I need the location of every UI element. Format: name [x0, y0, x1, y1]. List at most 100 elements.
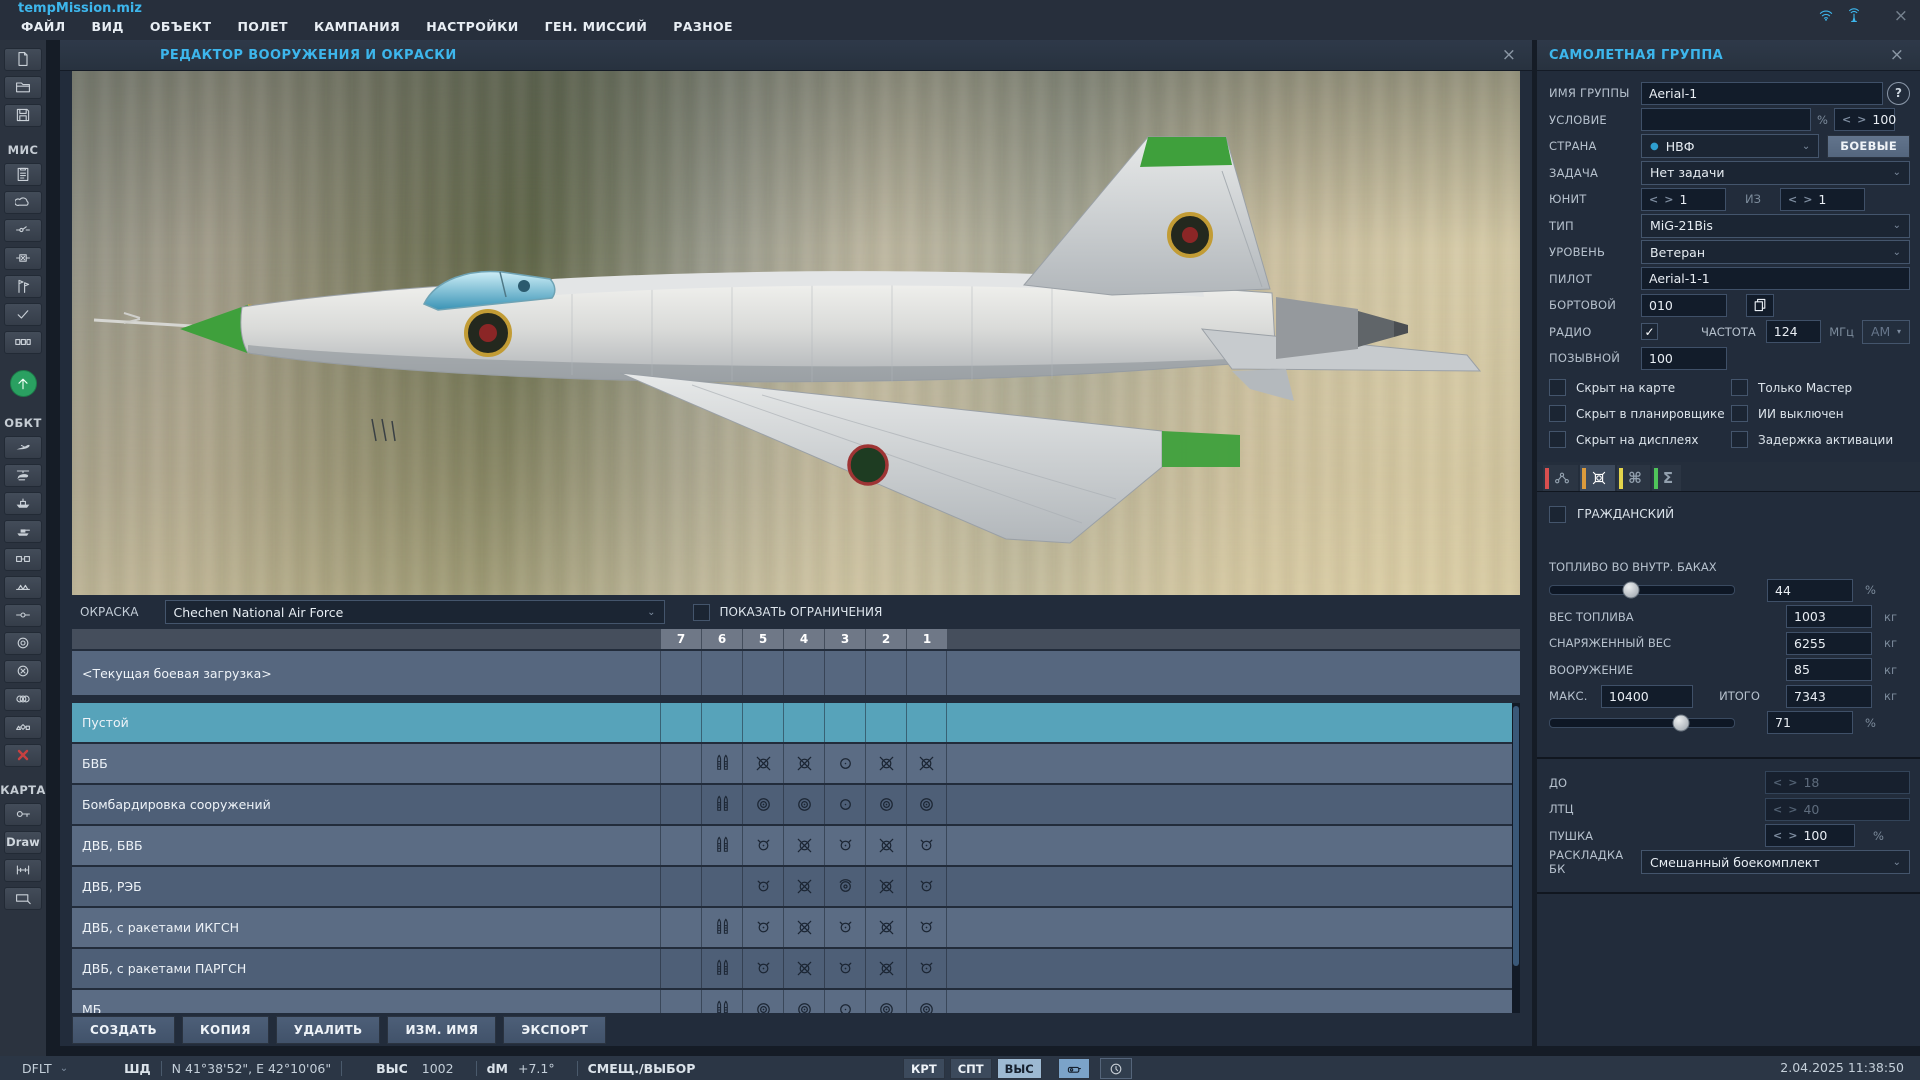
trigger-rules-button[interactable]: [4, 247, 42, 270]
loadout-row[interactable]: МБ: [72, 990, 1520, 1013]
condition-input[interactable]: [1641, 108, 1811, 131]
map-layer-toggle[interactable]: СПТ: [950, 1058, 992, 1079]
pylon-cell[interactable]: [783, 744, 824, 783]
pylon-cell[interactable]: [906, 826, 947, 865]
pylon-cell[interactable]: [742, 990, 783, 1013]
fuel-slider[interactable]: [1549, 585, 1735, 595]
map-select-button[interactable]: [4, 887, 42, 910]
pylon-cell[interactable]: [824, 785, 865, 824]
pylon-cell[interactable]: [660, 908, 701, 947]
offset-select-button[interactable]: СМЕЩ./ВЫБОР: [588, 1061, 696, 1076]
pylon-cell[interactable]: [701, 703, 742, 742]
fuel-percent-input[interactable]: 44: [1767, 579, 1853, 602]
map-layer-toggle[interactable]: ВЫС: [997, 1058, 1042, 1079]
gun-stepper[interactable]: <>100: [1765, 824, 1855, 847]
load-slider[interactable]: [1549, 718, 1735, 728]
empty-weight-input[interactable]: 6255: [1786, 632, 1872, 655]
pylon-cell[interactable]: [865, 826, 906, 865]
help-button[interactable]: ?: [1887, 82, 1910, 105]
map-layer-toggle[interactable]: КРТ: [903, 1058, 945, 1079]
pylon-cell[interactable]: [701, 744, 742, 783]
pylon-cell[interactable]: [865, 908, 906, 947]
checkbox[interactable]: [1549, 379, 1566, 396]
antenna-icon[interactable]: [1846, 7, 1862, 27]
load-percent-input[interactable]: 71: [1767, 711, 1853, 734]
pylon-cell[interactable]: [824, 744, 865, 783]
pylon-cell[interactable]: [660, 949, 701, 988]
aircraft-3d-viewport[interactable]: [72, 71, 1520, 595]
loadout-row[interactable]: Пустой: [72, 703, 1520, 742]
pylon-cell[interactable]: [660, 990, 701, 1013]
weapons-weight-input[interactable]: 85: [1786, 658, 1872, 681]
close-icon[interactable]: ×: [1502, 45, 1516, 64]
add-vehicle-button[interactable]: [4, 520, 42, 543]
pylon-cell[interactable]: [742, 744, 783, 783]
pylon-cell[interactable]: [906, 744, 947, 783]
scrollbar-thumb[interactable]: [1513, 706, 1519, 966]
menu-item[interactable]: ВИД: [79, 16, 137, 37]
add-node-button[interactable]: [4, 604, 42, 627]
combat-countries-button[interactable]: БОЕВЫЕ: [1827, 135, 1910, 158]
country-dropdown[interactable]: ● НВФ ⌄: [1641, 134, 1819, 158]
pylon-cell[interactable]: [824, 867, 865, 906]
goals-button[interactable]: [4, 275, 42, 298]
menu-item[interactable]: ОБЪЕКТ: [137, 16, 225, 37]
pylon-cell[interactable]: [783, 785, 824, 824]
draw-button[interactable]: Draw: [4, 831, 42, 854]
map-mode-dropdown[interactable]: DFLT: [22, 1061, 52, 1076]
task-dropdown[interactable]: Нет задачи ⌄: [1641, 161, 1910, 185]
loadout-row[interactable]: ДВБ, с ракетами ПАРГСН: [72, 949, 1520, 988]
frequency-input[interactable]: 124: [1766, 320, 1821, 343]
pylon-cell[interactable]: [824, 703, 865, 742]
ammo-dropdown[interactable]: Смешанный боекомплект ⌄: [1641, 850, 1910, 874]
unit-number-stepper[interactable]: <>1: [1641, 188, 1726, 211]
pylon-cell[interactable]: [824, 908, 865, 947]
pylon-cell[interactable]: [701, 785, 742, 824]
group-tab[interactable]: ⌘: [1617, 465, 1650, 491]
loadout-row[interactable]: БВБ: [72, 744, 1520, 783]
remove-object-button[interactable]: [4, 660, 42, 683]
menu-item[interactable]: КАМПАНИЯ: [301, 16, 413, 37]
menu-item[interactable]: ГЕН. МИССИЙ: [532, 16, 661, 37]
checkbox[interactable]: [1731, 379, 1748, 396]
pylon-cell[interactable]: [865, 703, 906, 742]
checkbox[interactable]: [1731, 431, 1748, 448]
pylon-cell[interactable]: [824, 826, 865, 865]
pylon-cell[interactable]: [742, 785, 783, 824]
map-key-button[interactable]: [4, 803, 42, 826]
copy-button[interactable]: [1746, 294, 1774, 317]
menu-item[interactable]: НАСТРОЙКИ: [413, 16, 531, 37]
unit-list-button[interactable]: [4, 716, 42, 739]
pylon-cell[interactable]: [865, 785, 906, 824]
add-ship-button[interactable]: [4, 492, 42, 515]
loadout-action-button[interactable]: КОПИЯ: [182, 1016, 269, 1044]
pylon-cell[interactable]: [783, 867, 824, 906]
add-static-button[interactable]: [4, 548, 42, 571]
wifi-icon[interactable]: [1818, 7, 1834, 27]
time-settings-button[interactable]: [1100, 1058, 1132, 1079]
pylon-cell[interactable]: [742, 949, 783, 988]
pylon-cell[interactable]: [865, 867, 906, 906]
map-objects-button[interactable]: [4, 576, 42, 599]
pylon-cell[interactable]: [865, 744, 906, 783]
pylon-cell[interactable]: [783, 703, 824, 742]
weather-button[interactable]: [4, 191, 42, 214]
pylon-cell[interactable]: [783, 826, 824, 865]
pylon-cell[interactable]: [660, 785, 701, 824]
ruler-button[interactable]: [4, 859, 42, 882]
pylon-cell[interactable]: [824, 949, 865, 988]
pylon-cell[interactable]: [701, 867, 742, 906]
mission-check-button[interactable]: [4, 303, 42, 326]
close-icon[interactable]: ×: [1890, 45, 1904, 64]
slider-knob[interactable]: [1622, 582, 1639, 599]
group-name-input[interactable]: Aerial-1: [1641, 82, 1883, 105]
group-tab[interactable]: Σ: [1652, 465, 1681, 491]
pylon-cell[interactable]: [824, 651, 865, 695]
fuel-weight-input[interactable]: 1003: [1786, 605, 1872, 628]
group-tab[interactable]: [1580, 465, 1615, 491]
loadout-row[interactable]: Бомбардировка сооружений: [72, 785, 1520, 824]
pylon-cell[interactable]: [865, 949, 906, 988]
loadout-row[interactable]: ДВБ, БВБ: [72, 826, 1520, 865]
radio-checkbox[interactable]: ✓: [1641, 323, 1658, 340]
menu-item[interactable]: ФАЙЛ: [8, 16, 79, 37]
